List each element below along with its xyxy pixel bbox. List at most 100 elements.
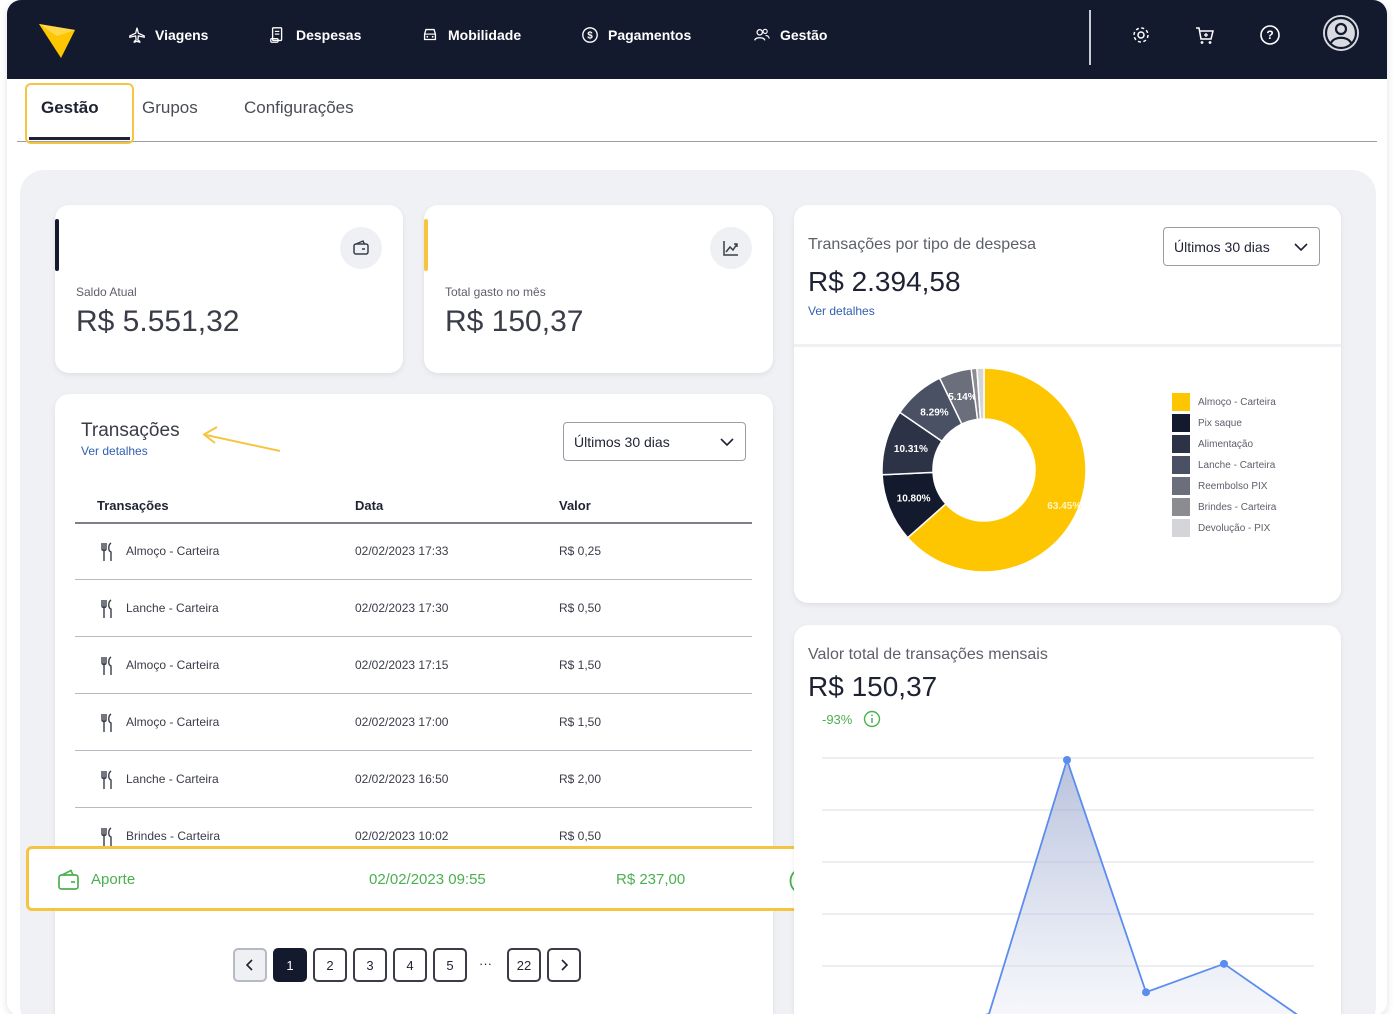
- legend-item[interactable]: Pix saque: [1172, 414, 1242, 432]
- kpi-icon-button[interactable]: [710, 227, 752, 269]
- receipt-icon: [270, 27, 283, 43]
- transaction-value: R$ 0,50: [559, 829, 602, 843]
- brand-logo-icon[interactable]: [39, 18, 75, 58]
- transaction-date: 02/02/2023 17:15: [355, 658, 449, 672]
- column-header-transacoes[interactable]: Transações: [97, 498, 169, 513]
- legend-item[interactable]: Brindes - Carteira: [1172, 498, 1276, 516]
- highlighted-transaction-row[interactable]: Aporte 02/02/2023 09:55 R$ 237,00: [26, 846, 849, 911]
- transaction-value: R$ 0,25: [559, 544, 602, 558]
- wallet-icon: [353, 240, 369, 255]
- transactions-details-link[interactable]: Ver detalhes: [81, 444, 148, 458]
- legend-item[interactable]: Alimentação: [1172, 435, 1253, 453]
- expense-donut-chart[interactable]: 63.45% 10.80% 10.31% 8.29%5.14%: [880, 366, 1088, 574]
- nav-item-gestao[interactable]: Gestão: [753, 24, 827, 46]
- legend-label: Reembolso PIX: [1198, 480, 1268, 492]
- legend-label: Pix saque: [1198, 417, 1242, 429]
- transaction-name: Lanche - Carteira: [126, 772, 219, 786]
- kpi-card-saldo: Saldo Atual R$ 5.551,32: [55, 205, 403, 373]
- nav-label: Viagens: [155, 27, 209, 43]
- pager-page-1[interactable]: 1: [273, 948, 307, 982]
- pager-page-4[interactable]: 4: [393, 948, 427, 982]
- tab-grupos[interactable]: Grupos: [142, 98, 198, 118]
- donut-data-label: 5.14%: [948, 392, 976, 403]
- nav-label: Pagamentos: [608, 27, 692, 43]
- cart-icon[interactable]: [1194, 24, 1216, 46]
- pager-prev-button[interactable]: [233, 948, 267, 982]
- legend-swatch: [1172, 519, 1190, 537]
- tab-gestao[interactable]: Gestão: [41, 98, 99, 118]
- legend-label: Almoço - Carteira: [1198, 396, 1276, 408]
- table-row[interactable]: Almoço - Carteira 02/02/2023 17:00 R$ 1,50: [75, 694, 752, 751]
- kpi-label: Total gasto no mês: [445, 285, 546, 299]
- pager-next-button[interactable]: [547, 948, 581, 982]
- monthly-total: R$ 150,37: [808, 671, 938, 702]
- transactions-period-select[interactable]: Últimos 30 dias: [563, 422, 746, 461]
- frame-bottom-edge: [0, 1014, 1394, 1028]
- pager-page-5[interactable]: 5: [433, 948, 467, 982]
- avatar[interactable]: [1323, 15, 1359, 51]
- transaction-date: 02/02/2023 17:00: [355, 715, 449, 729]
- legend-item[interactable]: Lanche - Carteira: [1172, 456, 1275, 474]
- monthly-area-chart[interactable]: [808, 740, 1328, 1016]
- transaction-date: 02/02/2023 17:30: [355, 601, 449, 615]
- nav-label: Mobilidade: [448, 27, 522, 43]
- legend-item[interactable]: Almoço - Carteira: [1172, 393, 1276, 411]
- kpi-accent-bar: [424, 219, 428, 271]
- tab-active-underline: [29, 137, 130, 140]
- car-icon: [423, 28, 437, 41]
- pager-page-last[interactable]: 22: [507, 948, 541, 982]
- gear-icon[interactable]: [1130, 24, 1152, 46]
- help-icon[interactable]: ?: [1259, 24, 1281, 46]
- transaction-date: 02/02/2023 16:50: [355, 772, 449, 786]
- donut-data-label: 63.45%: [1047, 501, 1081, 512]
- donut-data-label: 8.29%: [920, 407, 948, 418]
- column-header-valor[interactable]: Valor: [559, 498, 591, 513]
- select-value: Últimos 30 dias: [574, 433, 670, 450]
- transaction-date: 02/02/2023 09:55: [369, 871, 486, 888]
- expense-types-title: Transações por tipo de despesa: [808, 236, 1036, 253]
- table-row[interactable]: Almoço - Carteira 02/02/2023 17:15 R$ 1,50: [75, 637, 752, 694]
- transaction-name: Almoço - Carteira: [126, 658, 220, 672]
- svg-text:?: ?: [1266, 28, 1273, 42]
- data-point[interactable]: [1220, 959, 1228, 968]
- fork-knife-icon: [101, 542, 112, 561]
- table-row[interactable]: Lanche - Carteira 02/02/2023 16:50 R$ 2,00: [75, 751, 752, 808]
- legend-swatch: [1172, 456, 1190, 474]
- chevron-left-icon: [245, 959, 253, 971]
- transaction-name: Aporte: [91, 871, 136, 888]
- expense-types-details-link[interactable]: Ver detalhes: [808, 304, 875, 318]
- nav-item-mobilidade[interactable]: Mobilidade: [421, 24, 521, 46]
- transaction-date: 02/02/2023 17:33: [355, 544, 449, 558]
- data-point[interactable]: [1142, 988, 1150, 997]
- legend-item[interactable]: Reembolso PIX: [1172, 477, 1267, 495]
- kpi-value: R$ 150,37: [445, 305, 584, 338]
- nav-item-pagamentos[interactable]: $ Pagamentos: [581, 24, 691, 46]
- column-header-data[interactable]: Data: [355, 498, 383, 513]
- transaction-name: Lanche - Carteira: [126, 601, 219, 615]
- pager-page-3[interactable]: 3: [353, 948, 387, 982]
- nav-item-despesas[interactable]: Despesas: [269, 24, 361, 46]
- chevron-down-icon: [720, 438, 734, 447]
- monthly-change: -93%: [822, 712, 853, 727]
- fork-knife-icon: [101, 827, 112, 846]
- table-row[interactable]: Almoço - Carteira 02/02/2023 17:33 R$ 0,25: [75, 523, 752, 580]
- kpi-value: R$ 5.551,32: [76, 305, 240, 338]
- pager-ellipsis: ···: [479, 956, 492, 971]
- expense-types-period-select[interactable]: Últimos 30 dias: [1163, 227, 1320, 266]
- card-divider: [794, 344, 1341, 347]
- nav-item-viagens[interactable]: Viagens: [128, 24, 208, 46]
- wallet-icon: [58, 869, 79, 890]
- data-point[interactable]: [1063, 756, 1071, 764]
- kpi-icon-button[interactable]: [340, 227, 382, 269]
- plane-icon: [129, 27, 145, 44]
- info-icon[interactable]: [863, 710, 881, 728]
- kpi-label: Saldo Atual: [76, 285, 137, 299]
- table-row[interactable]: Lanche - Carteira 02/02/2023 17:30 R$ 0,50: [75, 580, 752, 637]
- nav-divider: [1089, 10, 1091, 65]
- trend-chart-icon: [723, 241, 738, 256]
- pager-page-2[interactable]: 2: [313, 948, 347, 982]
- transaction-value: R$ 1,50: [559, 715, 602, 729]
- legend-item[interactable]: Devolução - PIX: [1172, 519, 1270, 537]
- kpi-card-total-gasto: Total gasto no mês R$ 150,37: [424, 205, 773, 373]
- tab-configuracoes[interactable]: Configurações: [244, 98, 354, 118]
